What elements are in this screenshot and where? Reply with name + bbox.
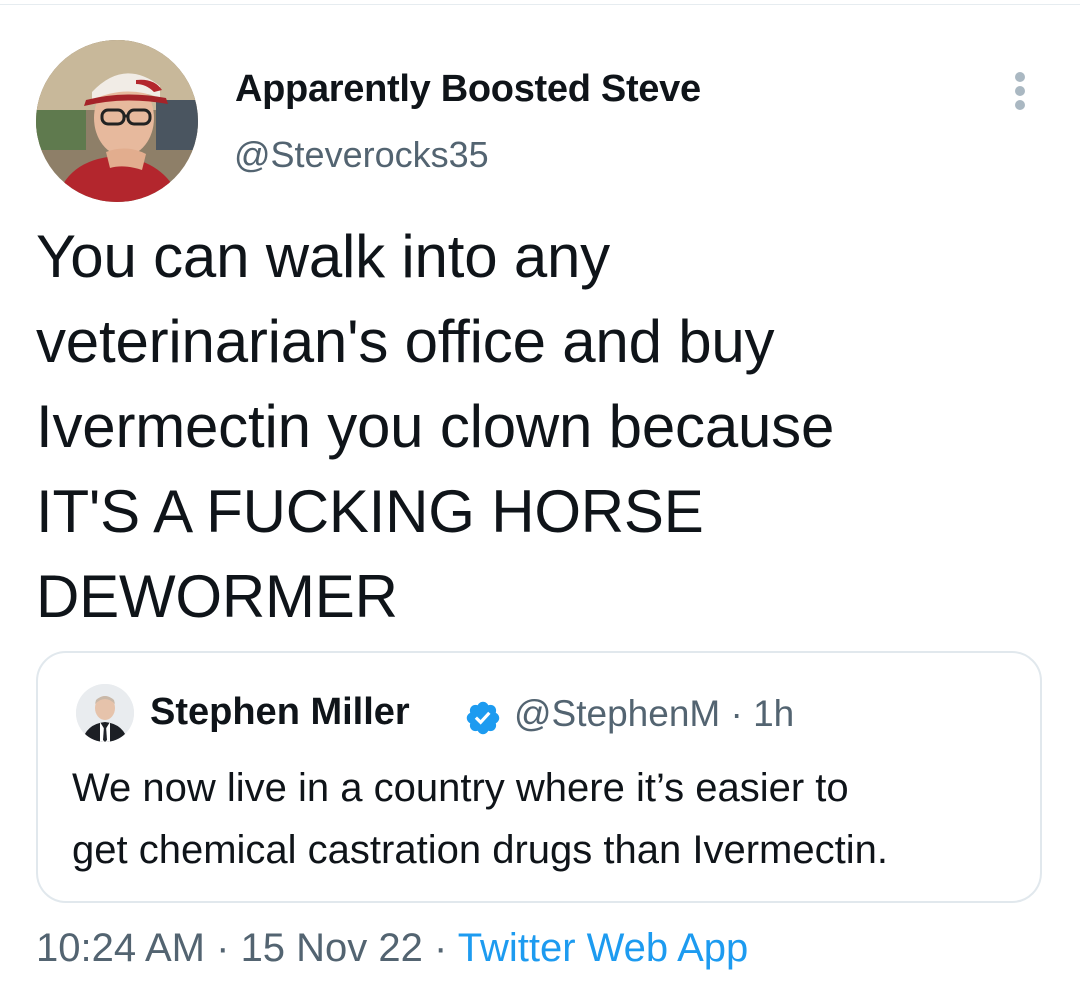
author-name[interactable]: Apparently Boosted Steve [235, 68, 701, 111]
quoted-author-avatar-image [76, 684, 134, 742]
verified-badge-icon [466, 701, 500, 735]
more-options-button[interactable] [1002, 68, 1038, 112]
more-vertical-icon-dot [1015, 86, 1025, 96]
tweet-time[interactable]: 10:24 AM [36, 926, 205, 970]
quoted-author-name[interactable]: Stephen Miller [150, 691, 410, 734]
quoted-tweet-card[interactable]: Stephen Miller @StephenM · 1h We now liv… [36, 651, 1042, 903]
author-avatar[interactable] [36, 40, 198, 202]
tweet-date[interactable]: 15 Nov 22 [241, 926, 423, 970]
tweet-text: You can walk into any veterinarian's off… [36, 223, 835, 630]
quoted-author-avatar[interactable] [76, 684, 134, 742]
tweet-meta: 10:24 AM · 15 Nov 22 · Twitter Web App [36, 926, 748, 971]
more-vertical-icon-dot [1015, 100, 1025, 110]
more-vertical-icon [1015, 72, 1025, 82]
meta-separator-2: · [422, 926, 458, 970]
top-divider [0, 4, 1080, 5]
quoted-author-handle-time[interactable]: @StephenM · 1h [514, 693, 794, 735]
author-avatar-image [36, 40, 198, 202]
meta-separator: · [205, 926, 241, 970]
author-handle[interactable]: @Steverocks35 [234, 134, 489, 176]
quoted-tweet-text: We now live in a country where it’s easi… [72, 766, 888, 872]
tweet-source-link[interactable]: Twitter Web App [458, 926, 749, 970]
